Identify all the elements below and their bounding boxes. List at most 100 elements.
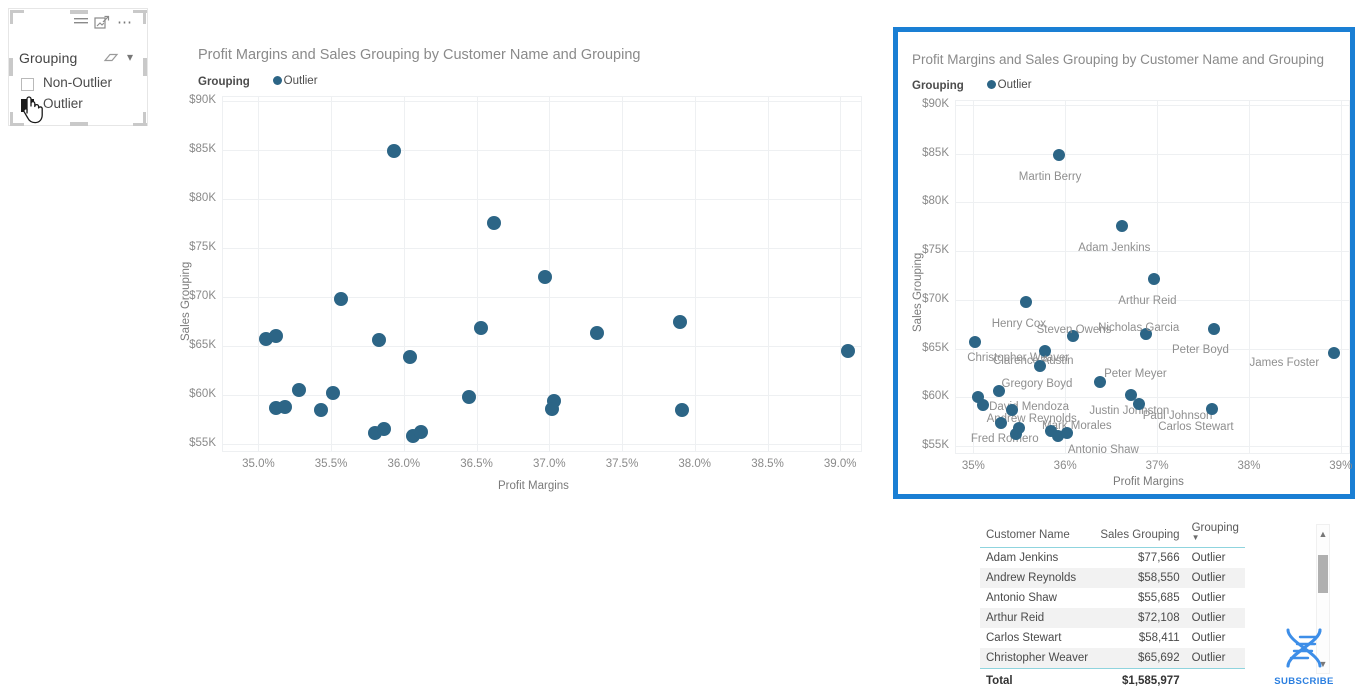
scrollbar-thumb[interactable]: [1318, 555, 1328, 593]
scatter-point[interactable]: [545, 401, 560, 416]
plot-area[interactable]: $55K $60K $65K $70K $75K $80K $85K $90K 35.0% 35.…: [189, 94, 862, 470]
cell-grouping: Outlier: [1185, 608, 1245, 628]
y-axis-tick-label: $65K: [922, 341, 949, 354]
resize-handle[interactable]: [70, 122, 88, 126]
scatter-point[interactable]: [674, 402, 689, 417]
subscribe-watermark[interactable]: SUBSCRIBE: [1268, 626, 1340, 688]
filter-icon[interactable]: [72, 15, 90, 31]
scatter-point[interactable]: [1132, 398, 1145, 411]
x-axis-title: Profit Margins: [1113, 476, 1184, 488]
gridline-horizontal: [222, 395, 862, 397]
more-options-icon[interactable]: ⋯: [116, 15, 134, 31]
gridline-horizontal: [955, 104, 1350, 106]
scatter-point[interactable]: [268, 329, 283, 344]
scatter-point[interactable]: [376, 422, 391, 437]
scroll-up-icon[interactable]: ▲: [1317, 527, 1329, 541]
scatter-point[interactable]: [1052, 148, 1065, 161]
scatter-point[interactable]: [1116, 219, 1129, 232]
scatter-point-label: Arthur Reid: [1118, 295, 1177, 308]
column-header-customer-name[interactable]: Customer Name: [980, 518, 1095, 548]
chart-title: Profit Margins and Sales Grouping by Cus…: [912, 52, 1324, 67]
scatter-point[interactable]: [1044, 424, 1057, 437]
table-body: Adam Jenkins $77,566 Outlier Andrew Reynold…: [980, 548, 1245, 691]
scatter-point[interactable]: [277, 399, 292, 414]
table-total-row: Total $1,585,977: [980, 668, 1245, 691]
scatter-point[interactable]: [487, 215, 501, 230]
scatter-point-label: Peter Boyd: [1172, 344, 1229, 357]
gridline-vertical: [694, 96, 696, 452]
scatter-point[interactable]: [1033, 360, 1046, 373]
table-row[interactable]: Arthur Reid $72,108 Outlier: [980, 608, 1245, 628]
customer-data-table[interactable]: Customer Name Sales Grouping Grouping ▼ …: [980, 518, 1250, 698]
chevron-down-icon[interactable]: ▾: [127, 50, 133, 64]
sort-descending-icon: ▼: [1191, 533, 1200, 542]
scatter-point[interactable]: [402, 349, 417, 364]
scatter-point[interactable]: [1006, 404, 1018, 417]
table-row[interactable]: Antonio Shaw $55,685 Outlier: [980, 588, 1245, 608]
resize-handle[interactable]: [70, 10, 88, 14]
grouping-slicer[interactable]: ⋯ Grouping ▾ Non-Outlier Outlier: [8, 8, 148, 126]
gridline-vertical: [403, 96, 405, 452]
y-axis-tick-label: $60K: [189, 388, 216, 401]
y-axis-tick-label: $65K: [189, 339, 216, 352]
scatter-point[interactable]: [993, 384, 1006, 397]
scatter-point[interactable]: [313, 402, 328, 417]
slicer-title-row: Grouping ▾: [19, 50, 139, 70]
legend-label-outlier: Outlier: [997, 78, 1032, 91]
gridline-vertical: [258, 96, 260, 452]
chart-title: Profit Margins and Sales Grouping by Cus…: [198, 47, 641, 63]
y-axis-tick-label: $75K: [922, 244, 949, 257]
plot-area[interactable]: $55K $60K $65K $70K $75K $80K $85K $90K 35% 36% 37…: [922, 98, 1352, 472]
x-axis-title: Profit Margins: [498, 480, 569, 492]
table-row[interactable]: Carlos Stewart $58,411 Outlier: [980, 628, 1245, 648]
scatter-point[interactable]: [972, 390, 984, 403]
resize-handle[interactable]: [10, 123, 24, 126]
table-row[interactable]: Adam Jenkins $77,566 Outlier: [980, 548, 1245, 569]
focus-mode-icon[interactable]: [93, 15, 111, 31]
resize-handle[interactable]: [143, 58, 147, 76]
x-axis-tick-label: 39.0%: [823, 458, 857, 470]
scatter-point[interactable]: [969, 335, 982, 348]
scatter-point[interactable]: [386, 143, 401, 158]
checkbox-outlier[interactable]: [21, 99, 34, 112]
gridline-horizontal: [955, 251, 1350, 253]
cell-grouping: Outlier: [1191, 632, 1226, 644]
scatter-point[interactable]: [840, 344, 855, 358]
scatter-point-label: Gregory Boyd: [1001, 378, 1073, 391]
clear-selection-icon[interactable]: [103, 51, 119, 65]
resize-handle[interactable]: [133, 10, 147, 13]
y-axis-tick-label: $90K: [922, 97, 949, 110]
column-header-grouping[interactable]: Grouping ▼: [1185, 518, 1245, 548]
gridline-vertical: [476, 96, 478, 452]
subscribe-label: SUBSCRIBE: [1274, 676, 1334, 687]
resize-handle[interactable]: [9, 58, 13, 76]
scatter-point[interactable]: [1019, 295, 1032, 308]
x-axis-tick-label: 38.0%: [678, 458, 711, 470]
scatter-point[interactable]: [537, 269, 552, 284]
x-axis-tick-label: 37.5%: [605, 458, 639, 470]
column-header-sales-grouping[interactable]: Sales Grouping: [1094, 518, 1186, 548]
legend-marker-outlier: [986, 80, 996, 90]
cell-total-label: Total: [980, 668, 1095, 691]
scatter-point[interactable]: [1327, 346, 1340, 359]
gridline-horizontal: [222, 100, 862, 102]
gridline-horizontal: [955, 446, 1350, 448]
table-row[interactable]: Andrew Reynolds $58,550 Outlier: [980, 568, 1245, 588]
x-axis-tick-label: 35.0%: [242, 458, 275, 470]
scatter-point[interactable]: [1061, 426, 1074, 439]
table: Customer Name Sales Grouping Grouping ▼ …: [980, 518, 1245, 691]
resize-handle[interactable]: [133, 123, 147, 126]
y-axis-tick-label: $60K: [922, 390, 949, 403]
resize-handle[interactable]: [10, 10, 24, 13]
scatter-point[interactable]: [325, 386, 340, 401]
scatter-chart-right-selected[interactable]: Profit Margins and Sales Grouping by Cus…: [893, 27, 1355, 499]
scatter-point-label: David Mendoza: [989, 400, 1069, 413]
gridline-vertical: [840, 96, 842, 452]
scatter-point[interactable]: [994, 416, 1007, 429]
scatter-point[interactable]: [1013, 421, 1026, 434]
scatter-point-label: Antonio Shaw: [1067, 443, 1139, 456]
table-row[interactable]: Christopher Weaver $65,692 Outlier: [980, 648, 1245, 669]
scatter-point[interactable]: [673, 314, 688, 329]
checkbox-non-outlier[interactable]: [21, 78, 34, 91]
scatter-chart-left[interactable]: Profit Margins and Sales Grouping by Cus…: [160, 36, 890, 501]
